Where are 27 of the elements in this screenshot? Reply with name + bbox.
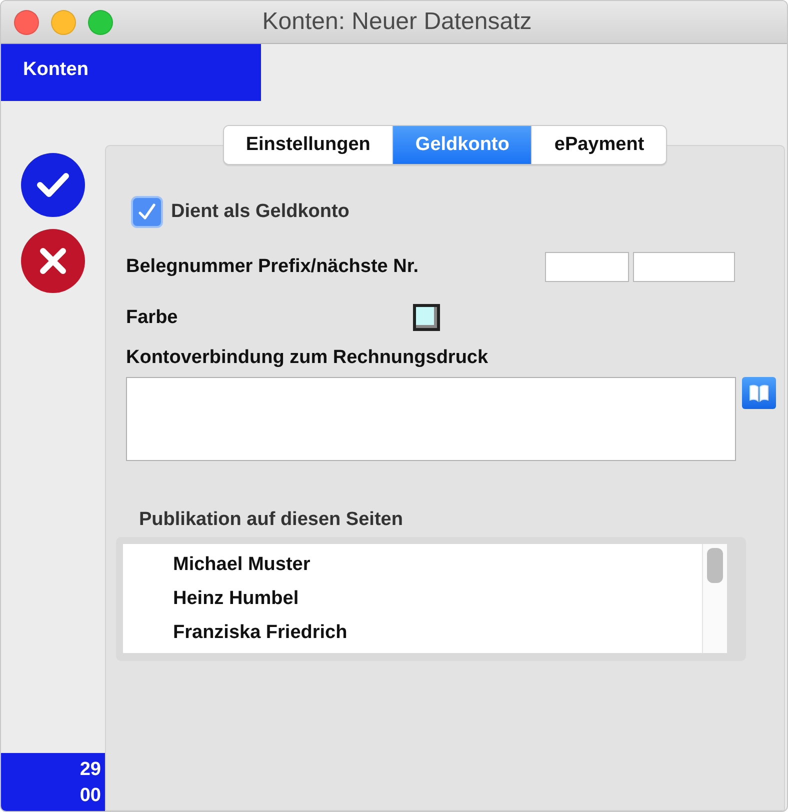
close-window-button[interactable]	[14, 10, 39, 34]
input-field[interactable]	[633, 252, 735, 282]
zoom-window-button[interactable]	[88, 10, 113, 34]
scrollbar[interactable]	[702, 544, 727, 653]
list-item[interactable]: Franziska Friedrich	[173, 616, 702, 650]
checkmark-icon	[137, 202, 157, 222]
window-title: Konten: Neuer Datensatz	[261, 8, 533, 36]
minimize-window-button[interactable]	[51, 10, 76, 34]
list-item[interactable]: Heinz Humbel	[173, 582, 702, 616]
close-icon	[39, 247, 67, 275]
record-counter: 29 00	[1, 753, 105, 811]
field-label: Farbe	[126, 306, 179, 328]
tab[interactable]: Einstellungen	[224, 126, 392, 164]
list-label: Publikation auf diesen Seiten	[139, 509, 403, 531]
book-button[interactable]	[742, 377, 776, 409]
list-item[interactable]: Michael Muster	[173, 548, 702, 582]
tab[interactable]: ePayment	[531, 126, 666, 164]
checkmark-icon	[36, 171, 70, 199]
input-field[interactable]	[545, 252, 629, 282]
checkbox-label: Dient als Geldkonto	[171, 201, 350, 223]
text-area[interactable]	[126, 377, 736, 461]
header-title: Konten	[1, 44, 261, 101]
field-label: Kontoverbindung zum Rechnungsdruck	[126, 347, 488, 369]
checkbox[interactable]	[131, 196, 163, 228]
color-swatch[interactable]	[413, 304, 440, 331]
book-icon	[747, 383, 771, 403]
field-label: Belegnummer Prefix/nächste Nr.	[126, 256, 420, 278]
